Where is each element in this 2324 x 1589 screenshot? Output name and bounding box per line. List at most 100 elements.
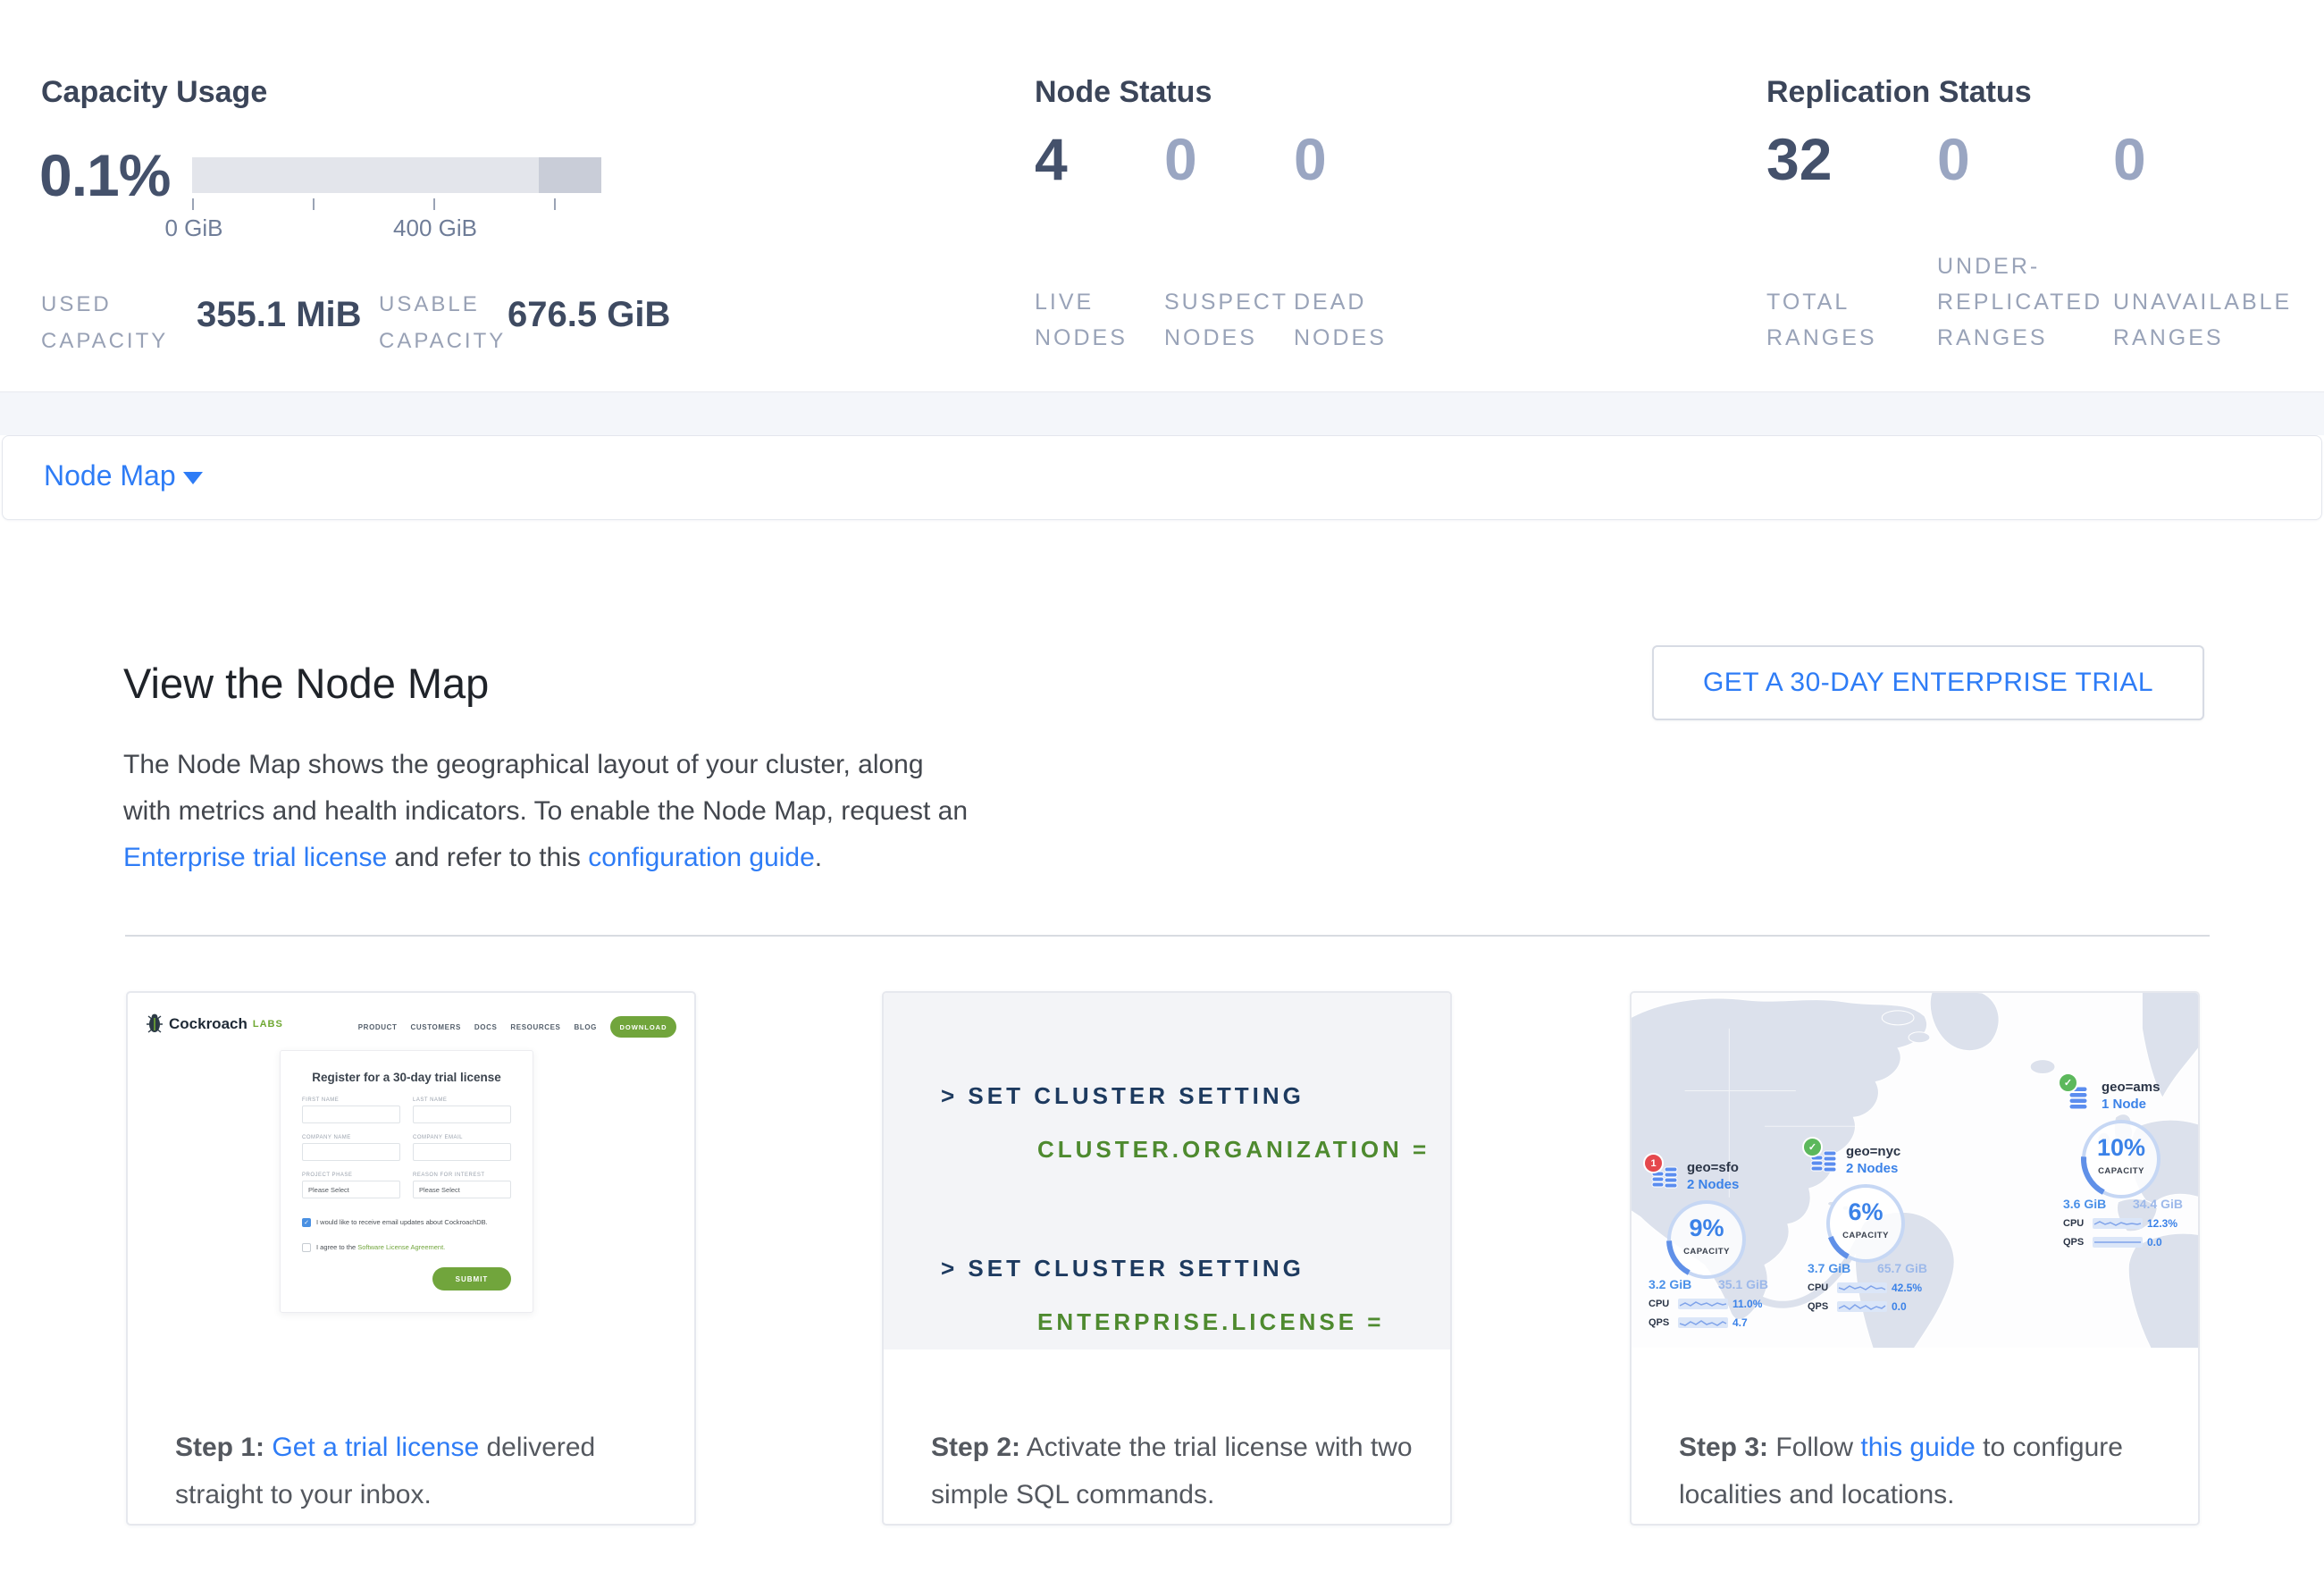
cpu-value: 12.3% (2147, 1217, 2177, 1230)
qps-sparkline (2093, 1237, 2143, 1248)
checkbox-unchecked-icon (302, 1243, 311, 1252)
checkbox-label-text: I agree to the (316, 1243, 357, 1251)
field-label: COMPANY EMAIL (413, 1135, 463, 1140)
get-enterprise-trial-button[interactable]: GET A 30-DAY ENTERPRISE TRIAL (1652, 645, 2204, 720)
last-name-field (413, 1106, 511, 1123)
usable-capacity-label-line2: CAPACITY (379, 323, 506, 359)
label-line: UNAVAILABLE (2113, 284, 2292, 320)
chevron-down-icon (183, 472, 203, 484)
cpu-value: 11.0% (1733, 1298, 1762, 1310)
label-line: RANGES (1937, 320, 2102, 356)
nav-item: CUSTOMERS (411, 1023, 461, 1031)
company-name-field (302, 1143, 400, 1161)
capacity-label: CAPACITY (2078, 1166, 2164, 1176)
node-map-selector-label: Node Map (44, 459, 176, 492)
node-count: 2 Nodes (1846, 1160, 1900, 1177)
label-line: REPLICATED (1937, 284, 2102, 320)
label-line: NODES (1035, 320, 1128, 356)
capacity-gauge: 10% CAPACITY (2078, 1116, 2164, 1202)
dead-nodes-label: DEAD NODES (1294, 284, 1387, 356)
capacity-percent: 9% (1664, 1215, 1749, 1242)
capacity-percent-value: 0.1% (39, 141, 170, 209)
trial-registration-form: Register for a 30-day trial license FIRS… (280, 1050, 533, 1313)
first-name-field (302, 1106, 400, 1123)
capacity-percent: 10% (2078, 1134, 2164, 1162)
sql-command-line: > SET CLUSTER SETTING (941, 1082, 1305, 1110)
field-label: LAST NAME (413, 1097, 447, 1103)
used-capacity-label-line1: USED (41, 286, 168, 323)
qps-label: QPS (1808, 1301, 1833, 1312)
sql-setting-line: CLUSTER.ORGANIZATION = (1037, 1136, 1430, 1164)
usable-capacity-value: 676.5 GiB (508, 295, 670, 335)
step1-caption: Step 1: Get a trial license delivered st… (175, 1424, 675, 1518)
label-line: LIVE (1035, 284, 1128, 320)
email-updates-checkbox-row: ✓ I would like to receive email updates … (302, 1217, 508, 1227)
step3-caption: Step 3: Follow this guide to configure l… (1679, 1424, 2178, 1518)
cpu-label: CPU (1808, 1282, 1833, 1293)
cockroach-labs-logo: Cockroach LABS (146, 1013, 283, 1036)
used-capacity-label: USED CAPACITY (41, 286, 168, 359)
field-label: FIRST NAME (302, 1097, 339, 1103)
node-icon-wrap: ✓ (1810, 1145, 1839, 1177)
get-trial-license-link[interactable]: Get a trial license (272, 1433, 479, 1462)
nav-item: DOCS (474, 1023, 498, 1031)
live-nodes-value: 4 (1035, 125, 1068, 193)
mini-site-header: Cockroach LABS PRODUCT CUSTOMERS DOCS RE… (146, 1013, 676, 1045)
download-button: DOWNLOAD (610, 1016, 676, 1038)
node-map-selector[interactable]: Node Map (2, 435, 2322, 520)
unavailable-ranges-label: UNAVAILABLE RANGES (2113, 284, 2292, 356)
cpu-sparkline (1837, 1282, 1887, 1293)
page-title: View the Node Map (123, 659, 489, 708)
dead-nodes-value: 0 (1294, 125, 1327, 193)
usable-capacity-label: USABLE CAPACITY (379, 286, 506, 359)
label-line: NODES (1164, 320, 1288, 356)
capacity-usage-bar (192, 157, 601, 193)
section-divider (125, 935, 2210, 937)
capacity-label: CAPACITY (1823, 1231, 1909, 1240)
under-replicated-ranges-label: UNDER- REPLICATED RANGES (1937, 248, 2102, 356)
suspect-nodes-label: SUSPECT NODES (1164, 284, 1288, 356)
suspect-nodes-value: 0 (1164, 125, 1197, 193)
axis-tick (192, 198, 194, 210)
nav-item: RESOURCES (510, 1023, 560, 1031)
map-node-nyc: ✓ geo=nyc 2 Nodes (1810, 1143, 1953, 1313)
label-line: UNDER- (1937, 248, 2102, 284)
qps-row: QPS 0.0 (2063, 1236, 2188, 1248)
used-capacity-label-line2: CAPACITY (41, 323, 168, 359)
nav-item: PRODUCT (358, 1023, 398, 1031)
capacity-label: CAPACITY (1664, 1247, 1749, 1257)
qps-label: QPS (2063, 1237, 2088, 1248)
node-count: 1 Node (2102, 1096, 2160, 1113)
live-nodes-label: LIVE NODES (1035, 284, 1128, 356)
node-map-description: The Node Map shows the geographical layo… (123, 742, 968, 881)
node-icon-wrap: ✓ (2066, 1080, 2094, 1113)
step2-card: > SET CLUSTER SETTING CLUSTER.ORGANIZATI… (882, 991, 1452, 1526)
cpu-value: 42.5% (1892, 1282, 1922, 1294)
checkbox-checked-icon: ✓ (302, 1218, 311, 1227)
node-locality: geo=sfo (1687, 1159, 1739, 1176)
brand-name: Cockroach (169, 1015, 248, 1033)
cpu-row: CPU 11.0% (1649, 1298, 1774, 1310)
sql-command-line: > SET CLUSTER SETTING (941, 1255, 1305, 1282)
cpu-sparkline (2093, 1218, 2143, 1229)
capacity-gauge: 9% CAPACITY (1664, 1197, 1749, 1282)
node-labels: geo=ams 1 Node (2102, 1079, 2160, 1113)
qps-sparkline (1837, 1301, 1887, 1312)
description-text: and refer to this (387, 843, 588, 872)
field-label: REASON FOR INTEREST (413, 1173, 485, 1178)
this-guide-link[interactable]: this guide (1860, 1433, 1975, 1462)
map-node-ams: ✓ geo=ams 1 Node 10% (2066, 1079, 2200, 1248)
axis-tick (554, 198, 556, 210)
node-count: 2 Nodes (1687, 1176, 1739, 1193)
step3-label: Step 3: (1679, 1433, 1768, 1462)
axis-tick (313, 198, 315, 210)
capacity-usage-bar-reserved-segment (539, 157, 601, 193)
cpu-row: CPU 42.5% (1808, 1282, 1933, 1294)
axis-tick-label-0: 0 GiB (164, 214, 222, 242)
cpu-label: CPU (2063, 1218, 2088, 1229)
usable-capacity-label-line1: USABLE (379, 286, 506, 323)
enterprise-trial-license-link[interactable]: Enterprise trial license (123, 843, 387, 872)
configuration-guide-link[interactable]: configuration guide (588, 843, 815, 872)
node-header: ✓ geo=ams 1 Node (2066, 1079, 2200, 1114)
sql-code-block (884, 993, 1450, 1349)
